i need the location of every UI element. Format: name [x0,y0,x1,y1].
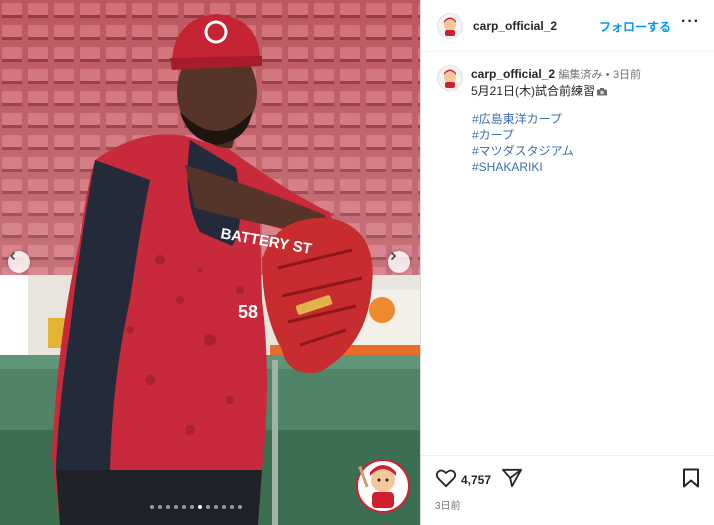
carousel-dot [150,505,154,509]
hashtag-link[interactable]: #SHAKARIKI [472,159,574,175]
meta-separator: • [605,69,610,81]
carousel-indicator [150,505,242,509]
caption-text: 5月21日(木)試合前練習 [471,82,608,99]
jersey-number: 58 [238,302,258,322]
carousel-dot [230,505,234,509]
edited-label: 編集済み [558,69,603,81]
carousel-dot [198,505,202,509]
paper-plane-icon[interactable] [501,468,523,488]
hashtag-link[interactable]: #マツダスタジアム [472,143,574,159]
hashtag-list: #広島東洋カープ #カープ #マツダスタジアム #SHAKARIKI [472,111,574,175]
hashtag-link[interactable]: #カープ [472,127,574,143]
post-photo[interactable]: BATTERY ST 58 [0,0,420,525]
camera-emoji-icon [597,85,608,99]
header-username[interactable]: carp_official_2 [473,19,557,33]
chevron-right-icon [390,251,397,261]
carousel-dot [158,505,162,509]
follow-button[interactable]: フォローする [599,18,671,35]
post-timestamp[interactable]: 3日前 [435,497,461,512]
heart-icon[interactable] [435,468,457,488]
post-actions: 4,757 3日前 [421,455,714,525]
carousel-dot [238,505,242,509]
mascot-logo [356,458,410,514]
carousel-dot [182,505,186,509]
chevron-left-icon [9,251,16,261]
carousel-dot [214,505,218,509]
caption-username[interactable]: carp_official_2 [471,67,555,81]
post-header: carp_official_2 フォローする ··· [421,0,714,52]
photo-image: BATTERY ST 58 [0,0,420,525]
carp-logo-icon [444,17,456,36]
hashtag-link[interactable]: #広島東洋カープ [472,111,574,127]
post-sidebar: carp_official_2 フォローする ··· carp_official… [420,0,714,525]
carousel-dot [166,505,170,509]
avatar[interactable] [437,13,463,39]
carousel-dot [174,505,178,509]
carousel-dot [206,505,210,509]
caption-time[interactable]: 3日前 [613,69,641,81]
carousel-next-button[interactable] [388,251,410,273]
carousel-dot [190,505,194,509]
more-options-button[interactable]: ··· [681,13,700,31]
carousel-prev-button[interactable] [8,251,30,273]
like-count[interactable]: 4,757 [461,473,491,487]
caption-header: carp_official_2 編集済み • 3日前 [471,66,641,82]
bookmark-icon[interactable] [682,468,700,488]
caption-avatar[interactable] [437,65,463,91]
carousel-dot [222,505,226,509]
caption-body: 5月21日(木)試合前練習 [471,84,596,98]
carp-logo-icon [444,69,456,88]
